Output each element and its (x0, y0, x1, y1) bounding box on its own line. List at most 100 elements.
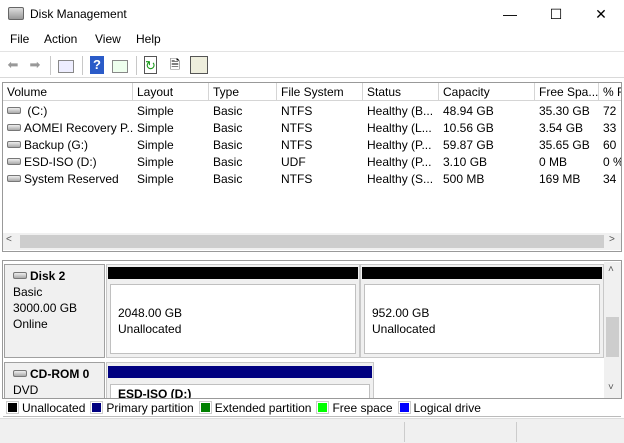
partition-size: 952.00 GB (372, 306, 430, 320)
drive-icon (7, 107, 21, 114)
column-header-percent-free[interactable]: % F (599, 83, 621, 101)
toolbar: ⬅ ➡ ? ↻ 🗎 (0, 51, 624, 78)
scrollbar-thumb[interactable] (606, 317, 619, 357)
partition-unallocated-2[interactable]: 952.00 GB Unallocated (360, 264, 604, 358)
cell-text: NTFS (281, 104, 313, 118)
legend-item: Primary partition (87, 401, 194, 415)
cell-text: 35.65 GB (539, 138, 590, 152)
column-header-status[interactable]: Status (363, 83, 439, 101)
column-header-file-system[interactable]: File System (277, 83, 363, 101)
cell: (C:) (3, 103, 133, 120)
cell-text: UDF (281, 155, 306, 169)
maximize-button[interactable]: ☐ (533, 0, 579, 29)
cell: 33 (599, 120, 621, 137)
cd-drive-icon (7, 158, 21, 165)
legend-swatch (6, 401, 19, 414)
cell-text: 500 MB (443, 172, 485, 186)
cell-text: 169 MB (539, 172, 581, 186)
forward-icon[interactable]: ➡ (26, 56, 44, 74)
cell-text: Healthy (P... (367, 138, 432, 152)
disk-label-disk-2[interactable]: Disk 2 Basic 3000.00 GB Online (4, 264, 105, 358)
menu-bar: File Action View Help (0, 29, 624, 50)
column-header-free-space[interactable]: Free Spa... (535, 83, 599, 101)
show-hide-action-pane-icon[interactable] (112, 60, 128, 73)
cd-drive-icon (13, 370, 27, 377)
cell: Healthy (L... (363, 120, 439, 137)
cell: Basic (209, 103, 277, 120)
partition-unallocated-1[interactable]: 2048.00 GB Unallocated (106, 264, 360, 358)
cell: Simple (133, 171, 209, 188)
menu-file[interactable]: File (10, 32, 29, 46)
minimize-button[interactable]: — (487, 0, 533, 29)
cell: 34 (599, 171, 621, 188)
scroll-down-icon[interactable]: ˅ (608, 382, 614, 393)
cell: ESD-ISO (D:) (3, 154, 133, 171)
scroll-up-icon[interactable]: ˄ (608, 264, 614, 275)
cell-text: 0 % (603, 155, 622, 169)
drive-icon (7, 124, 21, 131)
menu-view[interactable]: View (95, 32, 121, 46)
cell-text: Simple (137, 104, 174, 118)
scrollbar-thumb[interactable] (20, 235, 604, 248)
legend-label: Extended partition (214, 401, 312, 415)
partition-label: ESD-ISO (D:) (110, 384, 370, 398)
cell-text: 34 (603, 172, 617, 186)
scroll-left-icon[interactable]: < (6, 234, 12, 245)
cell-text: ESD-ISO (D:) (24, 155, 97, 169)
scroll-right-icon[interactable]: > (609, 234, 615, 245)
disk-size: 3000.00 GB (13, 301, 78, 315)
cell-text: Backup (G:) (24, 138, 89, 152)
partition-esd-iso[interactable]: ESD-ISO (D:) (106, 362, 374, 398)
menu-action[interactable]: Action (44, 32, 77, 46)
cell-text: 35.30 GB (539, 104, 590, 118)
cell: Healthy (S... (363, 171, 439, 188)
cell-text: 0 MB (539, 155, 568, 169)
cell-text: 10.56 GB (443, 121, 494, 135)
cell-text: Basic (213, 172, 243, 186)
cell: 72 (599, 103, 621, 120)
refresh-icon[interactable]: ↻ (144, 56, 157, 74)
settings-icon[interactable] (190, 56, 208, 74)
partition-color-bar (362, 267, 602, 279)
column-header-volume[interactable]: Volume (3, 83, 133, 101)
partition-label: Unallocated (118, 322, 182, 336)
legend-swatch (90, 401, 104, 414)
cell-text: Basic (213, 121, 243, 135)
disk-label-cd-rom-0[interactable]: CD-ROM 0 DVD (4, 362, 105, 398)
legend-item: Unallocated (3, 401, 85, 415)
column-header-type[interactable]: Type (209, 83, 277, 101)
legend-label: Unallocated (22, 401, 86, 415)
cell-text: 3.54 GB (539, 121, 584, 135)
cell: Healthy (B... (363, 103, 439, 120)
cell: Simple (133, 137, 209, 154)
title-bar: Disk Management — ☐ ✕ (0, 0, 624, 29)
cell-text: 3.10 GB (443, 155, 488, 169)
partition-color-bar (108, 366, 372, 378)
column-header-layout[interactable]: Layout (133, 83, 209, 101)
properties-icon[interactable]: 🗎 (166, 56, 184, 74)
column-header-capacity[interactable]: Capacity (439, 83, 535, 101)
horizontal-scrollbar[interactable]: < > (3, 233, 621, 250)
cell-text: Healthy (S... (367, 172, 434, 186)
cell: 60 (599, 137, 621, 154)
cell: Basic (209, 171, 277, 188)
cell: NTFS (277, 171, 363, 188)
cell-text: 33 (603, 121, 617, 135)
cell: 35.30 GB (535, 103, 599, 120)
vertical-scrollbar[interactable]: ˄ ˅ (604, 262, 621, 398)
cell: Simple (133, 103, 209, 120)
help-icon[interactable]: ? (90, 56, 104, 74)
partition-label: Unallocated (372, 322, 436, 336)
cell-text: 60 (603, 138, 617, 152)
cell: Basic (209, 154, 277, 171)
cell-text: (C:) (24, 104, 48, 118)
back-icon[interactable]: ⬅ (4, 56, 22, 74)
close-button[interactable]: ✕ (578, 0, 624, 29)
menu-help[interactable]: Help (136, 32, 161, 46)
show-hide-console-tree-icon[interactable] (58, 60, 74, 73)
volume-list: Volume Layout Type File System Status Ca… (2, 82, 622, 252)
legend: Unallocated Primary partition Extended par… (3, 399, 621, 417)
cell-text: Healthy (L... (367, 121, 432, 135)
legend-swatch (397, 401, 411, 414)
cell: 3.54 GB (535, 120, 599, 137)
